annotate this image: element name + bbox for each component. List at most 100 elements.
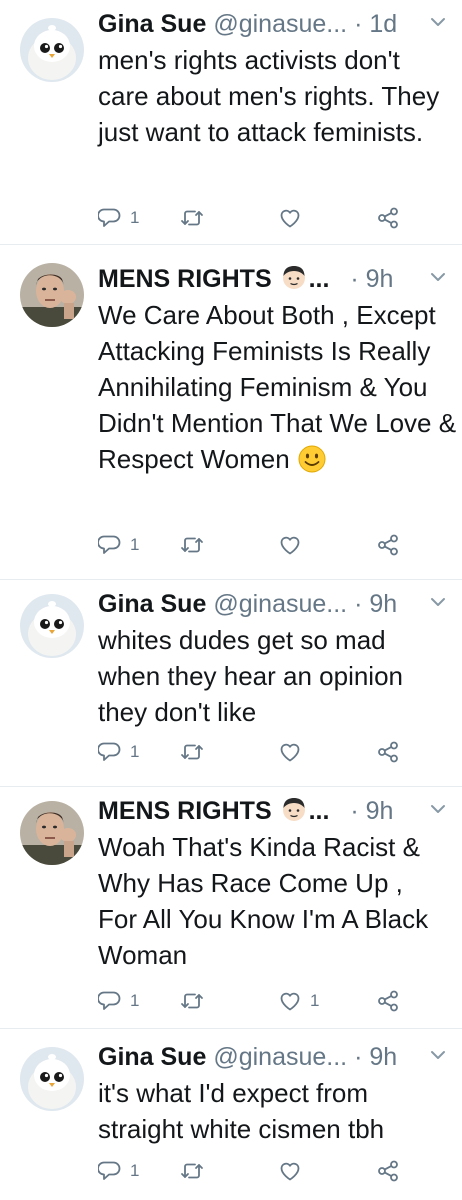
- author-handle[interactable]: @ginasue...: [213, 10, 347, 38]
- tweet-header: Gina Sue @ginasue... · 1d: [98, 6, 446, 42]
- heart-icon: [278, 533, 302, 557]
- retweet-icon: [180, 533, 204, 557]
- avatar[interactable]: [20, 1047, 84, 1111]
- tweet[interactable]: Gina Sue @ginasue... · 9h it's what I'd …: [0, 1029, 462, 1200]
- tweet-text: men's rights activists don't care about …: [98, 45, 440, 147]
- author-name[interactable]: Gina Sue: [98, 1043, 206, 1071]
- tweet[interactable]: MENS RIGHTS ... · 9h We Care About Both …: [0, 245, 462, 580]
- author-name-truncation[interactable]: ...: [309, 797, 330, 825]
- like-button[interactable]: [278, 1157, 310, 1185]
- avatar[interactable]: [20, 594, 84, 658]
- like-button[interactable]: [278, 531, 310, 559]
- retweet-button[interactable]: [180, 987, 212, 1015]
- tweet[interactable]: Gina Sue @ginasue... · 1d men's rights a…: [0, 0, 462, 245]
- share-icon: [376, 989, 400, 1013]
- chevron-down-icon[interactable]: [430, 1049, 446, 1061]
- tweet-actions: 1: [98, 1157, 406, 1185]
- tweet[interactable]: Gina Sue @ginasue... · 9h whites dudes g…: [0, 580, 462, 787]
- retweet-button[interactable]: [180, 738, 212, 766]
- like-button[interactable]: [278, 738, 310, 766]
- timestamp[interactable]: 1d: [369, 10, 397, 38]
- share-button[interactable]: [376, 738, 400, 766]
- man-avatar-image: [20, 801, 84, 865]
- bird-avatar-image: [20, 18, 84, 82]
- separator: ·: [354, 590, 363, 618]
- share-button[interactable]: [376, 987, 400, 1015]
- tweet-text-content: We Care About Both , Except Attacking Fe…: [98, 300, 457, 474]
- like-button[interactable]: 1: [278, 987, 319, 1015]
- author-handle[interactable]: @ginasue...: [213, 590, 347, 618]
- share-icon: [376, 533, 400, 557]
- reply-icon: [98, 740, 122, 764]
- avatar[interactable]: [20, 263, 84, 327]
- share-button[interactable]: [376, 204, 400, 232]
- like-count: 1: [310, 991, 320, 1010]
- tweet-actions: 1: [98, 531, 406, 559]
- share-button[interactable]: [376, 531, 400, 559]
- reply-count: 1: [130, 742, 140, 761]
- separator: ·: [354, 10, 363, 38]
- separator: ·: [354, 1043, 363, 1071]
- share-button[interactable]: [376, 1157, 400, 1185]
- retweet-button[interactable]: [180, 1157, 212, 1185]
- reply-icon: [98, 989, 122, 1013]
- man-emoji-icon: [279, 263, 309, 293]
- like-button[interactable]: [278, 204, 310, 232]
- reply-count: 1: [130, 208, 140, 227]
- chevron-down-icon[interactable]: [430, 596, 446, 608]
- author-name[interactable]: MENS RIGHTS: [98, 265, 272, 293]
- man-avatar-image: [20, 263, 84, 327]
- retweet-icon: [180, 989, 204, 1013]
- heart-icon: [278, 740, 302, 764]
- reply-count: 1: [130, 991, 140, 1010]
- reply-button[interactable]: 1: [98, 1157, 139, 1185]
- tweet-text: We Care About Both , Except Attacking Fe…: [98, 297, 458, 477]
- tweet-text: whites dudes get so mad when they hear a…: [98, 625, 404, 727]
- reply-count: 1: [130, 1161, 140, 1180]
- bird-avatar-image: [20, 1047, 84, 1111]
- separator: ·: [350, 797, 359, 825]
- tweet-text: Woah That's Kinda Racist & Why Has Race …: [98, 832, 429, 970]
- tweet-actions: 1: [98, 204, 406, 232]
- retweet-button[interactable]: [180, 531, 212, 559]
- tweet-header: MENS RIGHTS ... · 9h: [98, 261, 446, 297]
- reply-icon: [98, 206, 122, 230]
- share-icon: [376, 1159, 400, 1183]
- reply-count: 1: [130, 535, 140, 554]
- tweet-header: Gina Sue @ginasue... · 9h: [98, 586, 446, 622]
- reply-button[interactable]: 1: [98, 738, 139, 766]
- share-icon: [376, 740, 400, 764]
- author-name[interactable]: Gina Sue: [98, 590, 206, 618]
- retweet-button[interactable]: [180, 204, 212, 232]
- reply-button[interactable]: 1: [98, 531, 139, 559]
- author-name[interactable]: Gina Sue: [98, 10, 206, 38]
- timestamp[interactable]: 9h: [366, 265, 394, 293]
- heart-icon: [278, 989, 302, 1013]
- avatar[interactable]: [20, 801, 84, 865]
- share-icon: [376, 206, 400, 230]
- chevron-down-icon[interactable]: [430, 803, 446, 815]
- heart-icon: [278, 1159, 302, 1183]
- avatar[interactable]: [20, 18, 84, 82]
- retweet-icon: [180, 1159, 204, 1183]
- tweet-actions: 1 1: [98, 987, 406, 1015]
- author-handle[interactable]: @ginasue...: [213, 1043, 347, 1071]
- bird-avatar-image: [20, 594, 84, 658]
- chevron-down-icon[interactable]: [430, 16, 446, 28]
- timestamp[interactable]: 9h: [366, 797, 394, 825]
- separator: ·: [350, 265, 359, 293]
- tweet[interactable]: MENS RIGHTS ... · 9h Woah That's Kinda R…: [0, 787, 462, 1029]
- tweet-header: MENS RIGHTS ... · 9h: [98, 793, 446, 829]
- reply-icon: [98, 533, 122, 557]
- smiling-face-emoji-icon: [297, 444, 327, 474]
- tweet-thread: Gina Sue @ginasue... · 1d men's rights a…: [0, 0, 462, 1200]
- reply-button[interactable]: 1: [98, 987, 139, 1015]
- tweet-header: Gina Sue @ginasue... · 9h: [98, 1039, 446, 1075]
- author-name-truncation[interactable]: ...: [309, 265, 330, 293]
- chevron-down-icon[interactable]: [430, 271, 446, 283]
- timestamp[interactable]: 9h: [369, 590, 397, 618]
- heart-icon: [278, 206, 302, 230]
- reply-button[interactable]: 1: [98, 204, 139, 232]
- author-name[interactable]: MENS RIGHTS: [98, 797, 272, 825]
- timestamp[interactable]: 9h: [369, 1043, 397, 1071]
